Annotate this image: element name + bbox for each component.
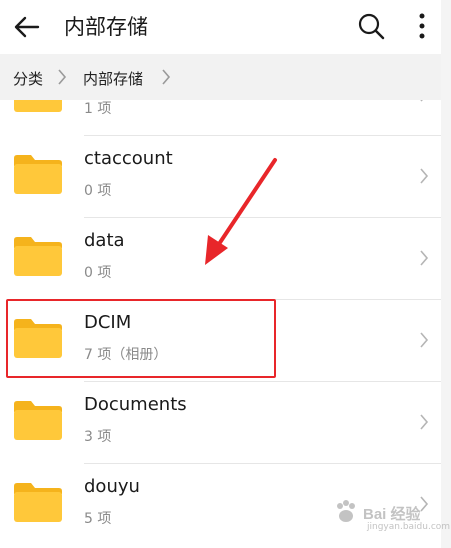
app-bar: 内部存储 xyxy=(0,0,441,54)
chevron-right-icon xyxy=(58,69,67,85)
folder-icon xyxy=(14,155,62,194)
folder-name: douyu xyxy=(84,476,140,497)
folder-icon xyxy=(14,237,62,276)
breadcrumb-root[interactable]: 分类 xyxy=(13,68,43,89)
chevron-right-icon xyxy=(420,100,423,102)
folder-item-count: 0 项 xyxy=(84,265,112,281)
folder-item-count: 0 项 xyxy=(84,183,112,199)
page-title: 内部存储 xyxy=(64,15,148,39)
folder-name: Documents xyxy=(84,394,187,415)
folder-item-count: 5 项 xyxy=(84,511,112,527)
folder-icon xyxy=(14,401,62,440)
chevron-right-icon xyxy=(420,250,429,266)
watermark-url: jingyan.baidu.com xyxy=(367,522,451,532)
folder-item-count: 1 项 xyxy=(84,101,112,117)
back-arrow-icon[interactable] xyxy=(12,12,42,42)
list-item[interactable]: 1 项 xyxy=(0,100,441,136)
folder-name: data xyxy=(84,230,125,251)
more-vertical-icon[interactable] xyxy=(412,11,432,41)
list-item[interactable]: Documents 3 项 xyxy=(0,382,441,464)
search-icon[interactable] xyxy=(356,11,386,41)
scrollbar[interactable] xyxy=(441,0,451,548)
chevron-right-icon xyxy=(420,168,429,184)
chevron-right-icon xyxy=(162,69,171,85)
highlight-box xyxy=(6,299,276,378)
chevron-right-icon xyxy=(420,332,429,348)
annotation-arrow-icon xyxy=(205,158,277,265)
paw-logo-icon xyxy=(337,500,355,522)
folder-item-count: 3 项 xyxy=(84,429,112,445)
folder-icon xyxy=(14,100,62,112)
chevron-right-icon xyxy=(420,414,429,430)
breadcrumb-current[interactable]: 内部存储 xyxy=(83,68,143,89)
watermark-text: Bai 经验 xyxy=(363,506,421,523)
folder-name: ctaccount xyxy=(84,148,173,169)
folder-icon xyxy=(14,483,62,522)
breadcrumb: 分类 内部存储 xyxy=(0,54,441,100)
watermark: Bai 经验 jingyan.baidu.com xyxy=(333,495,450,535)
